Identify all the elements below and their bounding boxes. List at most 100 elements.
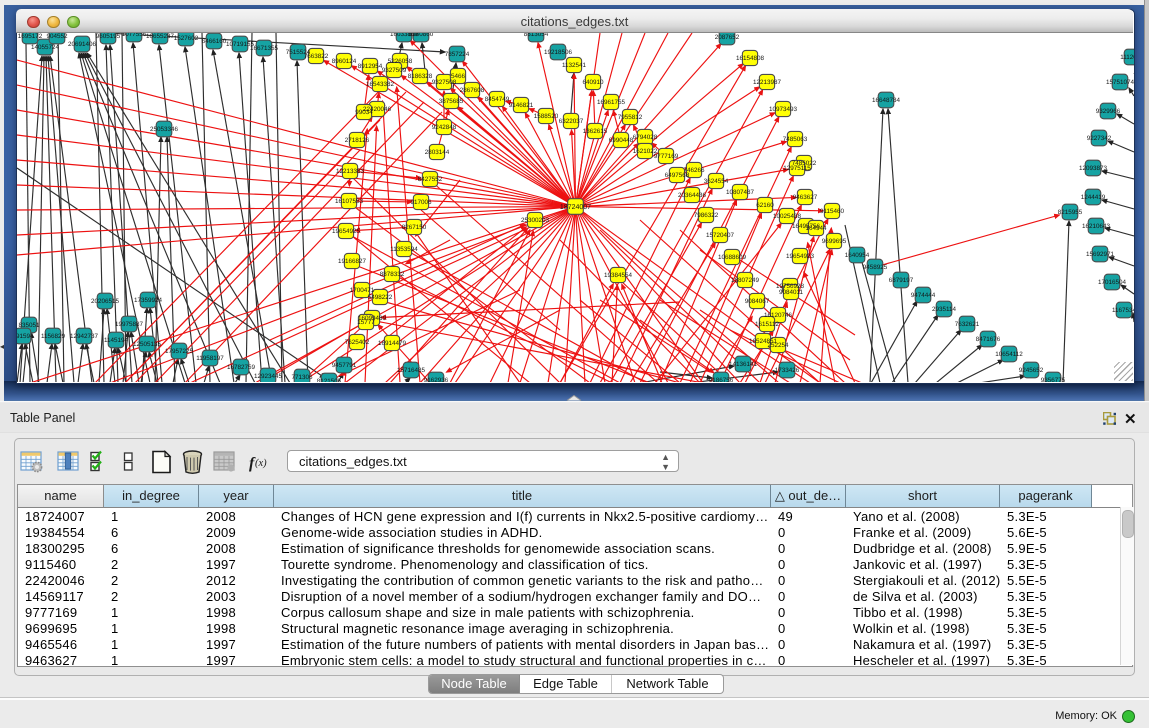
svg-text:12213383: 12213383 — [336, 168, 365, 175]
svg-text:8267150: 8267150 — [402, 224, 427, 231]
svg-text:2803144: 2803144 — [425, 149, 450, 156]
svg-text:16120746: 16120746 — [764, 312, 793, 319]
svg-text:17016504: 17016504 — [1098, 279, 1127, 286]
svg-text:2087652: 2087652 — [715, 34, 740, 41]
svg-text:16107553: 16107553 — [335, 198, 364, 205]
svg-text:10688609: 10688609 — [718, 254, 747, 261]
svg-text:1640954: 1640954 — [845, 252, 870, 259]
svg-text:19975887: 19975887 — [115, 321, 144, 328]
svg-text:1615112: 1615112 — [755, 321, 780, 328]
svg-text:12975115: 12975115 — [783, 165, 811, 172]
svg-text:9146821: 9146821 — [509, 102, 534, 109]
svg-text:14055724: 14055724 — [31, 44, 60, 51]
svg-text:16648784: 16648784 — [872, 97, 901, 104]
svg-text:1132541: 1132541 — [562, 62, 587, 69]
svg-text:2867608: 2867608 — [460, 87, 485, 94]
svg-text:9242848: 9242848 — [432, 124, 457, 131]
svg-text:12942737: 12942737 — [70, 333, 99, 340]
svg-text:8215955: 8215955 — [1058, 209, 1083, 216]
svg-text:18724007: 18724007 — [560, 204, 591, 211]
svg-text:9115460: 9115460 — [820, 208, 845, 215]
svg-text:9458925: 9458925 — [863, 264, 888, 271]
svg-text:6466160: 6466160 — [202, 38, 227, 45]
svg-text:1156829: 1156829 — [41, 333, 66, 340]
svg-text:391594: 391594 — [17, 333, 34, 340]
svg-text:7663822: 7663822 — [304, 53, 329, 60]
svg-text:16914479: 16914479 — [378, 340, 407, 347]
svg-text:62160: 62160 — [756, 202, 774, 209]
svg-text:15720407: 15720407 — [706, 232, 735, 239]
svg-text:1695172: 1695172 — [18, 33, 43, 40]
svg-text:19654925: 19654925 — [332, 228, 361, 235]
svg-text:2935114: 2935114 — [932, 306, 957, 313]
svg-text:9463627: 9463627 — [793, 194, 818, 201]
svg-text:8960860: 8960860 — [409, 33, 434, 38]
svg-text:1733426: 1733426 — [775, 367, 800, 374]
svg-text:9084011: 9084011 — [779, 289, 804, 296]
svg-text:9777169: 9777169 — [654, 153, 679, 160]
svg-text:917006: 917006 — [410, 199, 432, 206]
svg-text:25300203: 25300203 — [521, 217, 550, 224]
svg-text:9227342: 9227342 — [1087, 135, 1112, 142]
svg-text:16543382: 16543382 — [366, 81, 395, 88]
svg-text:1527602: 1527602 — [174, 35, 199, 42]
svg-text:12213987: 12213987 — [753, 79, 782, 86]
svg-text:10025438: 10025438 — [773, 213, 802, 220]
svg-text:20691406: 20691406 — [68, 41, 97, 48]
svg-text:3624554: 3624554 — [704, 178, 729, 185]
svg-text:9356775: 9356775 — [1041, 377, 1066, 382]
svg-text:5498222: 5498222 — [368, 294, 393, 301]
svg-text:20206515: 20206515 — [91, 298, 120, 305]
svg-text:5226058: 5226058 — [388, 58, 413, 65]
svg-text:8186328: 8186328 — [408, 73, 433, 80]
svg-text:10807487: 10807487 — [726, 189, 755, 196]
svg-text:8960124: 8960124 — [332, 58, 357, 65]
svg-text:15716485: 15716485 — [397, 367, 426, 374]
svg-text:99034: 99034 — [355, 109, 373, 116]
svg-text:16154808: 16154808 — [736, 55, 765, 62]
svg-text:7857224: 7857224 — [445, 51, 470, 58]
svg-text:2718126: 2718126 — [345, 137, 370, 144]
svg-text:9162936: 9162936 — [424, 377, 449, 382]
svg-text:19384554: 19384554 — [604, 272, 633, 279]
svg-text:15751074: 15751074 — [1106, 79, 1134, 86]
svg-text:8471676: 8471676 — [976, 336, 1001, 343]
svg-text:835051: 835051 — [18, 322, 40, 329]
svg-text:25053346: 25053346 — [150, 126, 179, 133]
svg-text:5466: 5466 — [451, 73, 466, 80]
svg-text:1588520: 1588520 — [534, 113, 559, 120]
svg-text:10973493: 10973493 — [769, 106, 798, 113]
svg-text:6322037: 6322037 — [559, 118, 584, 125]
svg-text:11353594: 11353594 — [390, 246, 418, 253]
svg-text:9084067: 9084067 — [745, 298, 770, 305]
svg-text:9245652: 9245652 — [1019, 367, 1044, 374]
svg-text:904552: 904552 — [46, 33, 68, 40]
svg-text:17359924: 17359924 — [134, 297, 163, 304]
svg-text:12093873: 12093873 — [1079, 165, 1108, 172]
svg-text:9327509: 9327509 — [382, 67, 407, 74]
svg-text:15777: 15777 — [357, 319, 375, 326]
svg-text:19218506: 19218506 — [544, 49, 573, 56]
svg-text:19166827: 19166827 — [338, 258, 367, 265]
svg-text:1244419: 1244419 — [1081, 194, 1106, 201]
svg-text:7632621: 7632621 — [955, 321, 980, 328]
svg-text:8912954: 8912954 — [358, 63, 383, 70]
svg-text:7485063: 7485063 — [783, 136, 808, 143]
svg-text:10654112: 10654112 — [995, 351, 1023, 358]
svg-text:11958197: 11958197 — [196, 355, 224, 362]
svg-text:18807249: 18807249 — [731, 277, 760, 284]
svg-text:6879197: 6879197 — [889, 277, 914, 284]
svg-text:10655287: 10655287 — [146, 33, 175, 40]
svg-text:1362615: 1362615 — [583, 128, 608, 135]
svg-text:17957225: 17957225 — [165, 348, 194, 355]
svg-text:8813054: 8813054 — [524, 33, 549, 38]
svg-text:6794028: 6794028 — [633, 134, 658, 141]
svg-text:(x): (x) — [255, 458, 267, 469]
svg-text:20364436: 20364436 — [678, 192, 707, 199]
svg-text:164944: 164944 — [805, 225, 827, 232]
svg-text:12505135: 12505135 — [133, 341, 162, 348]
svg-text:9327508: 9327508 — [432, 79, 457, 86]
svg-text:16782759: 16782759 — [227, 364, 256, 371]
svg-text:7986322: 7986322 — [694, 212, 719, 219]
svg-text:16961755: 16961755 — [597, 99, 626, 106]
